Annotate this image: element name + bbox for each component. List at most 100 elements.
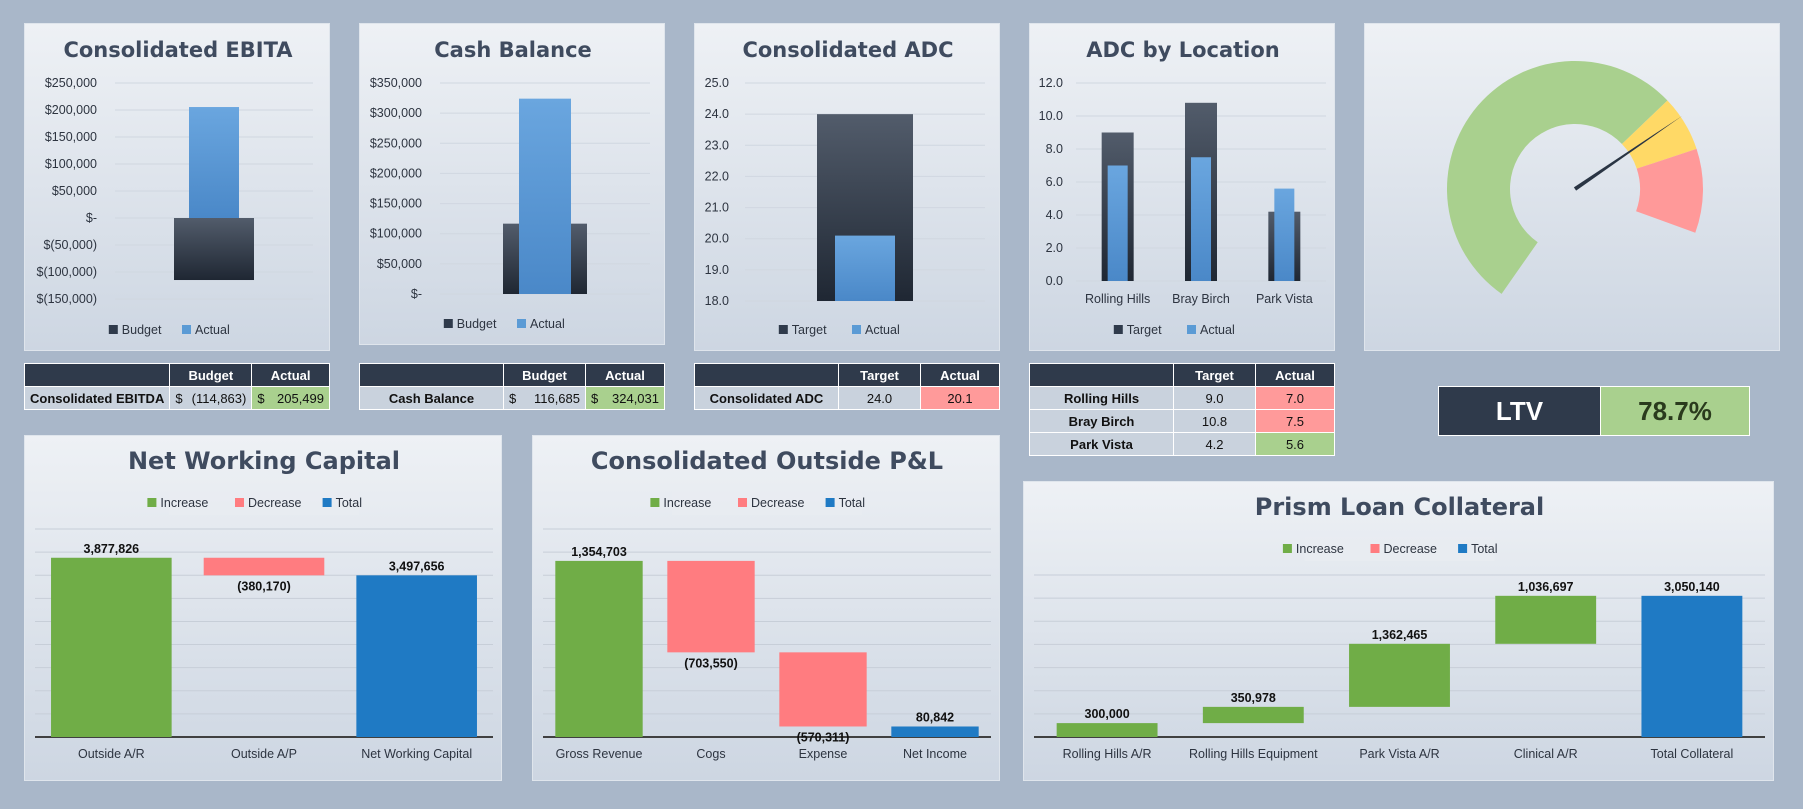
adcloc-chart-panel: ADC by Location 0.0 2.0 4.0 6.0 8.0 10.0 12.0 Ro… <box>1029 23 1335 351</box>
x-tick-label: Rolling Hills Equipment <box>1189 747 1318 761</box>
y-tick-label: 25.0 <box>705 76 729 90</box>
data-label: 3,050,140 <box>1664 580 1720 594</box>
y-tick-label: 22.0 <box>705 169 729 183</box>
table-header-budget: Budget <box>503 363 586 387</box>
net-working-capital-chart: Net Working Capital Increase Decrease Total… <box>35 447 493 761</box>
legend-swatch-total <box>1458 544 1468 553</box>
y-tick-label: 20.0 <box>705 232 729 246</box>
budget-cell: $116,685 <box>503 386 586 410</box>
table-header-target: Target <box>1173 363 1256 387</box>
y-tick-label: $350,000 <box>370 76 422 90</box>
y-tick-label: 8.0 <box>1046 142 1063 156</box>
bar-total <box>356 575 477 737</box>
legend-label-actual: Actual <box>195 323 230 337</box>
table-header-actual: Actual <box>585 363 665 387</box>
data-label: (380,170) <box>237 579 291 593</box>
legend-swatch-total <box>322 498 332 507</box>
data-label: 3,497,656 <box>389 559 445 573</box>
legend-swatch-increase <box>650 498 660 507</box>
y-tick-label: $- <box>86 211 97 225</box>
currency-symbol: $ <box>509 390 517 406</box>
bar-increase <box>1056 723 1158 737</box>
budget-value: 116,685 <box>533 390 580 406</box>
table-row: Bray Birch 10.8 7.5 <box>1029 409 1335 433</box>
cash-balance-chart: Cash Balance $- $50,000 $100,000 $150,000 $20… <box>370 38 650 331</box>
bar-increase <box>51 557 172 737</box>
y-tick-label: 6.0 <box>1046 175 1063 189</box>
x-tick-label: Clinical A/R <box>1514 747 1578 761</box>
legend-label-increase: Increase <box>160 496 208 510</box>
row-label: Cash Balance <box>359 386 504 410</box>
budget-cell: $ (114,863) <box>169 386 253 410</box>
table-header-actual: Actual <box>1255 363 1335 387</box>
y-tick-label: $200,000 <box>45 103 97 117</box>
budget-value: (114,863) <box>191 390 247 406</box>
legend-swatch-budget <box>108 325 118 334</box>
y-tick-label: $150,000 <box>370 197 422 211</box>
adc-location-table: Target Actual Rolling Hills 9.0 7.0 Bray… <box>1029 363 1335 456</box>
table-row: Consolidated EBITDA $ (114,863) $205,499 <box>23 386 330 410</box>
legend-label-decrease: Decrease <box>1384 542 1438 556</box>
table-header-actual: Actual <box>251 363 330 387</box>
x-tick-label: Bray Birch <box>1172 292 1230 306</box>
y-tick-label: 10.0 <box>1039 109 1063 123</box>
y-tick-label: $50,000 <box>52 184 97 198</box>
y-tick-label: $250,000 <box>45 76 97 90</box>
data-label: 80,842 <box>916 710 954 724</box>
currency-symbol: $ <box>257 390 265 406</box>
y-tick-label: $300,000 <box>370 106 422 120</box>
x-tick-label: Net Income <box>903 747 967 761</box>
legend-label-total: Total <box>839 496 865 510</box>
row-label: Rolling Hills <box>1029 386 1174 410</box>
bar-actual <box>1191 157 1211 281</box>
y-tick-label: 4.0 <box>1046 208 1063 222</box>
y-tick-label: 24.0 <box>705 107 729 121</box>
data-label: 300,000 <box>1085 707 1130 721</box>
bar-actual <box>519 98 571 294</box>
actual-cell: $205,499 <box>251 386 330 410</box>
ltv-label: LTV <box>1439 387 1601 435</box>
ebitda-table: Budget Actual Consolidated EBITDA $ (114,… <box>23 363 330 410</box>
x-tick-label: Total Collateral <box>1651 747 1734 761</box>
x-tick-label: Rolling Hills A/R <box>1063 747 1152 761</box>
legend-label-actual: Actual <box>530 317 565 331</box>
bar-actual <box>1107 165 1128 281</box>
prism-chart-panel: Prism Loan Collateral Increase Decrease Tot… <box>1023 481 1774 781</box>
legend-label-target: Target <box>1127 323 1162 337</box>
currency-symbol: $ <box>591 390 599 406</box>
table-header-blank <box>359 363 504 387</box>
bar-total <box>1641 595 1743 737</box>
consolidated-adc-chart: Consolidated ADC 18.0 19.0 20.0 21.0 22.0 23.0… <box>705 38 985 337</box>
bar-total <box>891 726 979 737</box>
actual-value: 205,499 <box>277 390 324 406</box>
y-tick-label: 19.0 <box>705 263 729 277</box>
ltv-gauge <box>1447 61 1703 294</box>
bar-decrease <box>667 560 755 653</box>
x-tick-label: Net Working Capital <box>361 747 472 761</box>
adc-table: Target Actual Consolidated ADC 24.0 20.1 <box>694 363 1000 410</box>
ltv-value: 78.7% <box>1601 387 1749 435</box>
data-label: 3,877,826 <box>84 542 140 556</box>
legend-swatch-increase <box>147 498 157 507</box>
legend-label-increase: Increase <box>1296 542 1344 556</box>
table-header-target: Target <box>838 363 921 387</box>
y-tick-label: $(50,000) <box>43 238 97 252</box>
table-header-blank <box>23 363 171 387</box>
data-label: 1,362,465 <box>1372 628 1428 642</box>
ltv-gauge-panel <box>1364 23 1780 351</box>
row-label: Consolidated EBITDA <box>23 386 171 410</box>
bar-increase <box>555 560 643 737</box>
chart-title: Net Working Capital <box>128 447 400 475</box>
legend-swatch-target <box>1113 325 1123 334</box>
data-label: (570,311) <box>797 730 850 744</box>
prism-loan-collateral-chart: Prism Loan Collateral Increase Decrease Tot… <box>1034 493 1765 761</box>
outside-pl-chart: Consolidated Outside P&L Increase Decrease… <box>543 447 991 761</box>
y-tick-label: $(100,000) <box>37 265 97 279</box>
legend-swatch-actual <box>852 325 861 334</box>
x-tick-label: Rolling Hills <box>1085 292 1150 306</box>
bar-actual <box>835 235 895 301</box>
target-value: 9.0 <box>1173 386 1256 410</box>
adc-by-location-chart: ADC by Location 0.0 2.0 4.0 6.0 8.0 10.0 12.0 Ro… <box>1039 38 1326 337</box>
ebita-chart-panel: Consolidated EBITA $(150,000) $(100,000) $(… <box>24 23 330 351</box>
y-tick-label: 21.0 <box>705 201 729 215</box>
